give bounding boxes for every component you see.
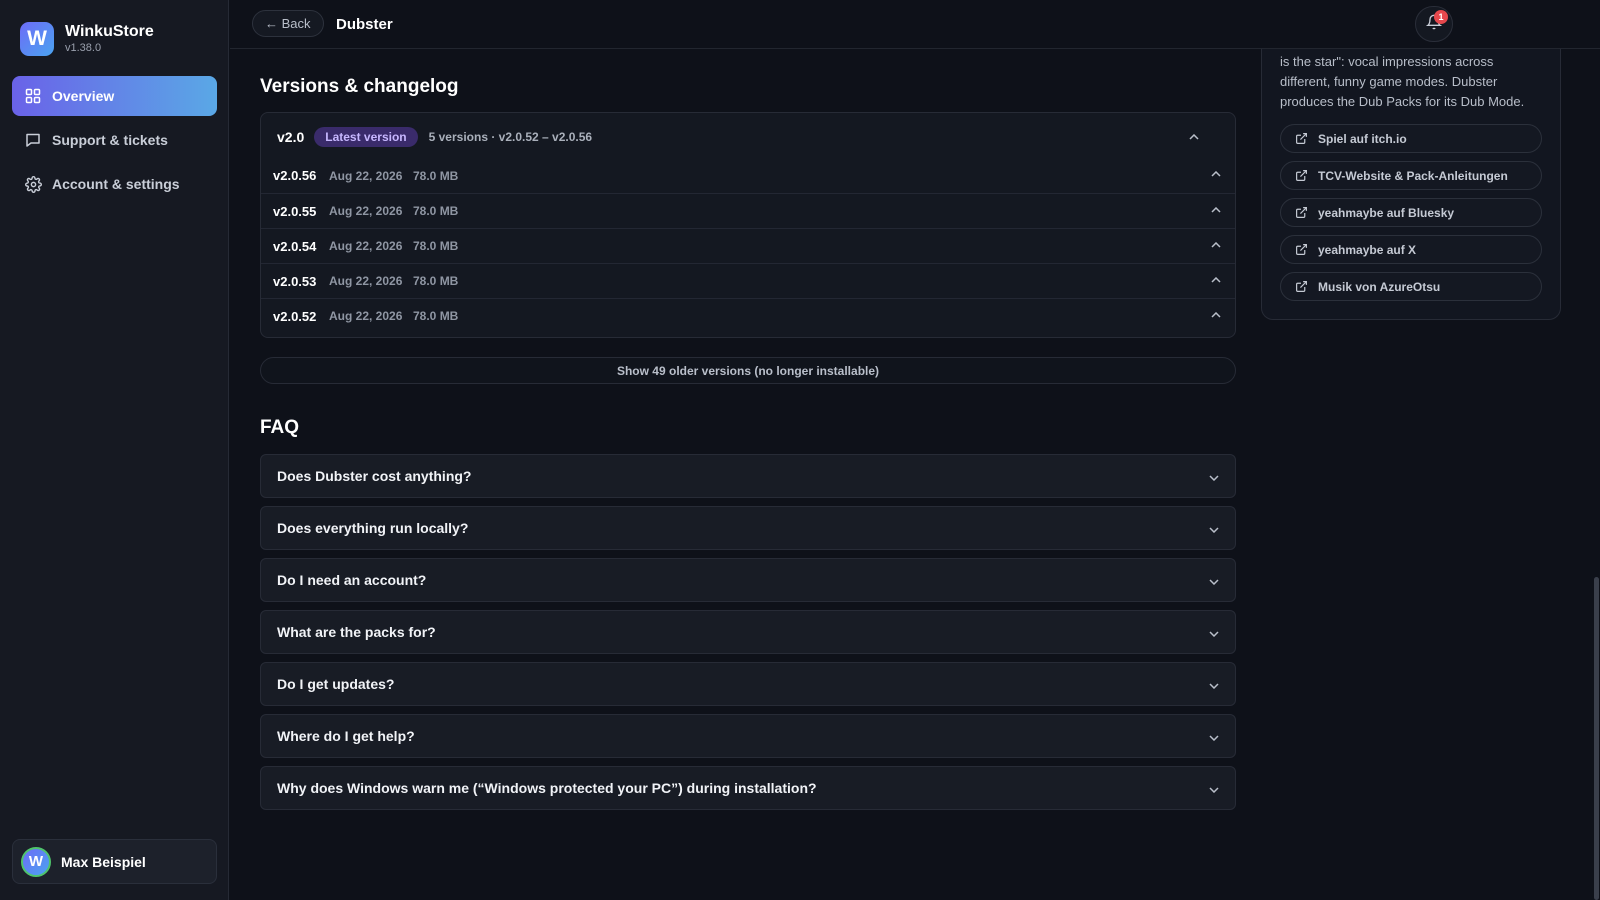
chevron-down-icon <box>1209 676 1219 692</box>
faq-title: FAQ <box>260 417 300 438</box>
brand-text: WinkuStore v1.38.0 <box>65 23 154 55</box>
faq-item[interactable]: Do I get updates? <box>260 662 1236 706</box>
chevron-up-icon[interactable] <box>1211 305 1221 323</box>
main-content: Versions & changelog v2.0 Latest version… <box>260 0 1236 900</box>
chat-icon <box>24 131 42 149</box>
avatar: W <box>21 846 51 877</box>
version-date: Aug 22, 2026 <box>329 309 403 323</box>
chevron-down-icon <box>1209 468 1219 484</box>
notifications-button[interactable]: 1 <box>1415 6 1453 42</box>
version-size: 78.0 MB <box>413 309 459 323</box>
version-group-header[interactable]: v2.0 Latest version 5 versions · v2.0.52… <box>277 126 1217 148</box>
faq-item[interactable]: Does everything run locally? <box>260 506 1236 550</box>
page-title: Dubster <box>336 16 393 33</box>
version-size: 78.0 MB <box>413 168 459 183</box>
faq-item[interactable]: What are the packs for? <box>260 610 1236 654</box>
sidebar-item-label: Account & settings <box>52 176 180 192</box>
about-description: is the star": vocal impressions across d… <box>1280 54 1525 109</box>
show-older-versions-button[interactable]: Show 49 older versions (no longer instal… <box>260 357 1236 384</box>
brand[interactable]: W WinkuStore v1.38.0 <box>20 22 154 56</box>
link-label: Spiel auf itch.io <box>1318 131 1407 146</box>
external-link[interactable]: yeahmaybe auf Bluesky <box>1280 198 1542 227</box>
sidebar-item-support[interactable]: Support & tickets <box>12 120 217 160</box>
version-name: v2.0.56 <box>273 168 317 183</box>
user-name: Max Beispiel <box>61 853 146 870</box>
app-version: v1.38.0 <box>65 42 102 54</box>
about-panel: is the star": vocal impressions across d… <box>1261 30 1561 320</box>
external-link-icon <box>1295 206 1309 220</box>
chevron-up-icon[interactable] <box>1211 270 1221 288</box>
scrollbar-thumb[interactable] <box>1594 577 1599 900</box>
version-date: Aug 22, 2026 <box>329 168 403 183</box>
back-button[interactable]: ← Back <box>252 10 324 37</box>
version-name: v2.0.55 <box>273 203 317 219</box>
version-date: Aug 22, 2026 <box>329 239 403 253</box>
sidebar: W WinkuStore v1.38.0 Overview Support & … <box>0 0 229 900</box>
versions-card: v2.0 Latest version 5 versions · v2.0.52… <box>260 112 1236 338</box>
chevron-up-icon[interactable] <box>1211 235 1221 253</box>
faq-question: Why does Windows warn me (“Windows prote… <box>277 780 817 796</box>
faq-item[interactable]: Do I need an account? <box>260 558 1236 602</box>
faq-item[interactable]: Where do I get help? <box>260 714 1236 758</box>
version-summary: 5 versions · v2.0.52 – v2.0.56 <box>428 130 593 144</box>
chevron-down-icon <box>1209 624 1219 640</box>
gear-icon <box>24 175 42 193</box>
external-link-icon <box>1295 280 1309 294</box>
external-link-icon <box>1295 132 1309 146</box>
faq-question: Do I get updates? <box>277 676 395 692</box>
version-name: v2.0.53 <box>273 273 317 289</box>
topbar: ← Back Dubster 1 <box>230 0 1600 49</box>
sidebar-item-account[interactable]: Account & settings <box>12 164 217 204</box>
version-row[interactable]: v2.0.56 Aug 22, 2026 78.0 MB <box>261 158 1235 193</box>
external-link[interactable]: yeahmaybe auf X <box>1280 235 1542 264</box>
version-size: 78.0 MB <box>413 274 459 288</box>
faq-question: Do I need an account? <box>277 572 427 588</box>
sidebar-item-label: Overview <box>52 88 115 104</box>
faq-question: Does everything run locally? <box>277 520 469 536</box>
chevron-down-icon <box>1209 728 1219 744</box>
faq-question: Does Dubster cost anything? <box>277 468 472 484</box>
version-row[interactable]: v2.0.52 Aug 22, 2026 78.0 MB <box>261 298 1235 333</box>
sidebar-item-overview[interactable]: Overview <box>12 76 217 116</box>
external-link[interactable]: Musik von AzureOtsu <box>1280 272 1542 301</box>
link-label: TCV-Website & Pack-Anleitungen <box>1318 168 1508 183</box>
version-name: v2.0.52 <box>273 308 317 324</box>
user-card[interactable]: W Max Beispiel <box>12 839 217 884</box>
version-row[interactable]: v2.0.55 Aug 22, 2026 78.0 MB <box>261 193 1235 228</box>
chevron-down-icon <box>1209 520 1219 536</box>
external-link[interactable]: Spiel auf itch.io <box>1280 124 1542 153</box>
version-date: Aug 22, 2026 <box>329 274 403 288</box>
version-date: Aug 22, 2026 <box>329 204 403 218</box>
grid-icon <box>24 87 42 105</box>
version-name: v2.0.54 <box>273 238 317 254</box>
external-link-icon <box>1295 243 1309 257</box>
versions-title: Versions & changelog <box>260 76 459 97</box>
sidebar-item-label: Support & tickets <box>52 132 168 148</box>
link-label: Musik von AzureOtsu <box>1318 279 1441 294</box>
chevron-down-icon <box>1209 780 1219 796</box>
version-size: 78.0 MB <box>413 239 459 253</box>
chevron-down-icon <box>1209 572 1219 588</box>
app-logo: W <box>20 22 54 56</box>
sidebar-nav: Overview Support & tickets Account & set… <box>12 76 217 208</box>
faq-item[interactable]: Why does Windows warn me (“Windows prote… <box>260 766 1236 810</box>
version-size: 78.0 MB <box>413 204 459 218</box>
link-label: yeahmaybe auf Bluesky <box>1318 205 1455 220</box>
link-label: yeahmaybe auf X <box>1318 242 1417 257</box>
faq-item[interactable]: Does Dubster cost anything? <box>260 454 1236 498</box>
external-link-icon <box>1295 169 1309 183</box>
external-link[interactable]: TCV-Website & Pack-Anleitungen <box>1280 161 1542 190</box>
latest-badge: Latest version <box>314 127 418 147</box>
chevron-up-icon[interactable] <box>1211 164 1221 182</box>
faq-question: What are the packs for? <box>277 624 436 640</box>
version-row[interactable]: v2.0.54 Aug 22, 2026 78.0 MB <box>261 228 1235 263</box>
chevron-up-icon[interactable] <box>1211 200 1221 218</box>
version-major: v2.0 <box>277 129 305 145</box>
app-name: WinkuStore <box>65 23 154 40</box>
scrollbar[interactable] <box>1592 0 1600 900</box>
chevron-up-icon[interactable] <box>1187 126 1201 148</box>
faq-question: Where do I get help? <box>277 728 415 744</box>
notification-badge: 1 <box>1434 10 1448 24</box>
version-row[interactable]: v2.0.53 Aug 22, 2026 78.0 MB <box>261 263 1235 298</box>
